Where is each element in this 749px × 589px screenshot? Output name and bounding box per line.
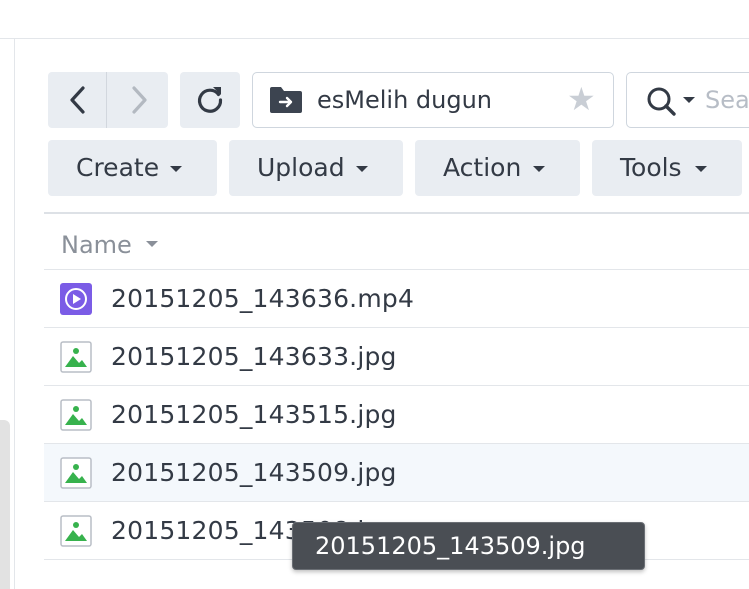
caret-down-icon [533, 166, 545, 172]
search-input[interactable] [705, 85, 749, 115]
image-file-icon [60, 515, 92, 547]
file-row[interactable]: 20151205_143636.mp4 [44, 270, 749, 328]
create-button[interactable]: Create [48, 140, 217, 196]
file-row-hovered[interactable]: 20151205_143509.jpg [44, 444, 749, 502]
column-header-name[interactable]: Name [61, 231, 132, 259]
image-file-icon [60, 341, 92, 373]
image-file-icon [60, 399, 92, 431]
list-header: Name [44, 212, 749, 270]
refresh-button[interactable] [180, 72, 240, 128]
folder-icon [270, 87, 302, 113]
upload-button-label: Upload [257, 153, 345, 182]
file-row[interactable]: 20151205_143633.jpg [44, 328, 749, 386]
caret-down-icon [695, 166, 707, 172]
file-list: Name 20151205_143636.mp4 20151205_143633… [44, 212, 749, 560]
search-icon [647, 87, 676, 116]
chevron-right-icon [132, 86, 147, 114]
tools-button-label: Tools [620, 153, 682, 182]
action-button-label: Action [443, 153, 522, 182]
forward-button[interactable] [108, 72, 168, 128]
action-button[interactable]: Action [415, 140, 580, 196]
history-nav-group [48, 72, 168, 128]
filename-tooltip: 20151205_143509.jpg [292, 522, 645, 570]
file-name: 20151205_143509.jpg [111, 458, 397, 487]
window-top-bar [0, 0, 749, 39]
sort-caret-icon[interactable] [146, 241, 158, 247]
current-path: esMelih dugun [317, 86, 493, 114]
back-button[interactable] [48, 72, 107, 128]
search-box[interactable] [626, 72, 749, 128]
caret-down-icon [356, 166, 368, 172]
image-file-icon [60, 457, 92, 489]
video-file-icon [60, 283, 92, 315]
path-bar[interactable]: esMelih dugun ★ [252, 72, 614, 128]
create-button-label: Create [76, 153, 160, 182]
favorite-star-icon[interactable]: ★ [567, 83, 596, 115]
caret-down-icon [170, 166, 182, 172]
refresh-icon [197, 87, 223, 113]
search-options-caret-icon[interactable] [683, 97, 695, 103]
upload-button[interactable]: Upload [229, 140, 403, 196]
tooltip-text: 20151205_143509.jpg [315, 532, 586, 560]
file-name: 20151205_143633.jpg [111, 342, 397, 371]
left-panel-scrollbar[interactable] [0, 420, 10, 589]
chevron-left-icon [70, 86, 85, 114]
tools-button[interactable]: Tools [592, 140, 742, 196]
file-name: 20151205_143636.mp4 [111, 284, 415, 313]
file-row[interactable]: 20151205_143515.jpg [44, 386, 749, 444]
file-name: 20151205_143515.jpg [111, 400, 397, 429]
